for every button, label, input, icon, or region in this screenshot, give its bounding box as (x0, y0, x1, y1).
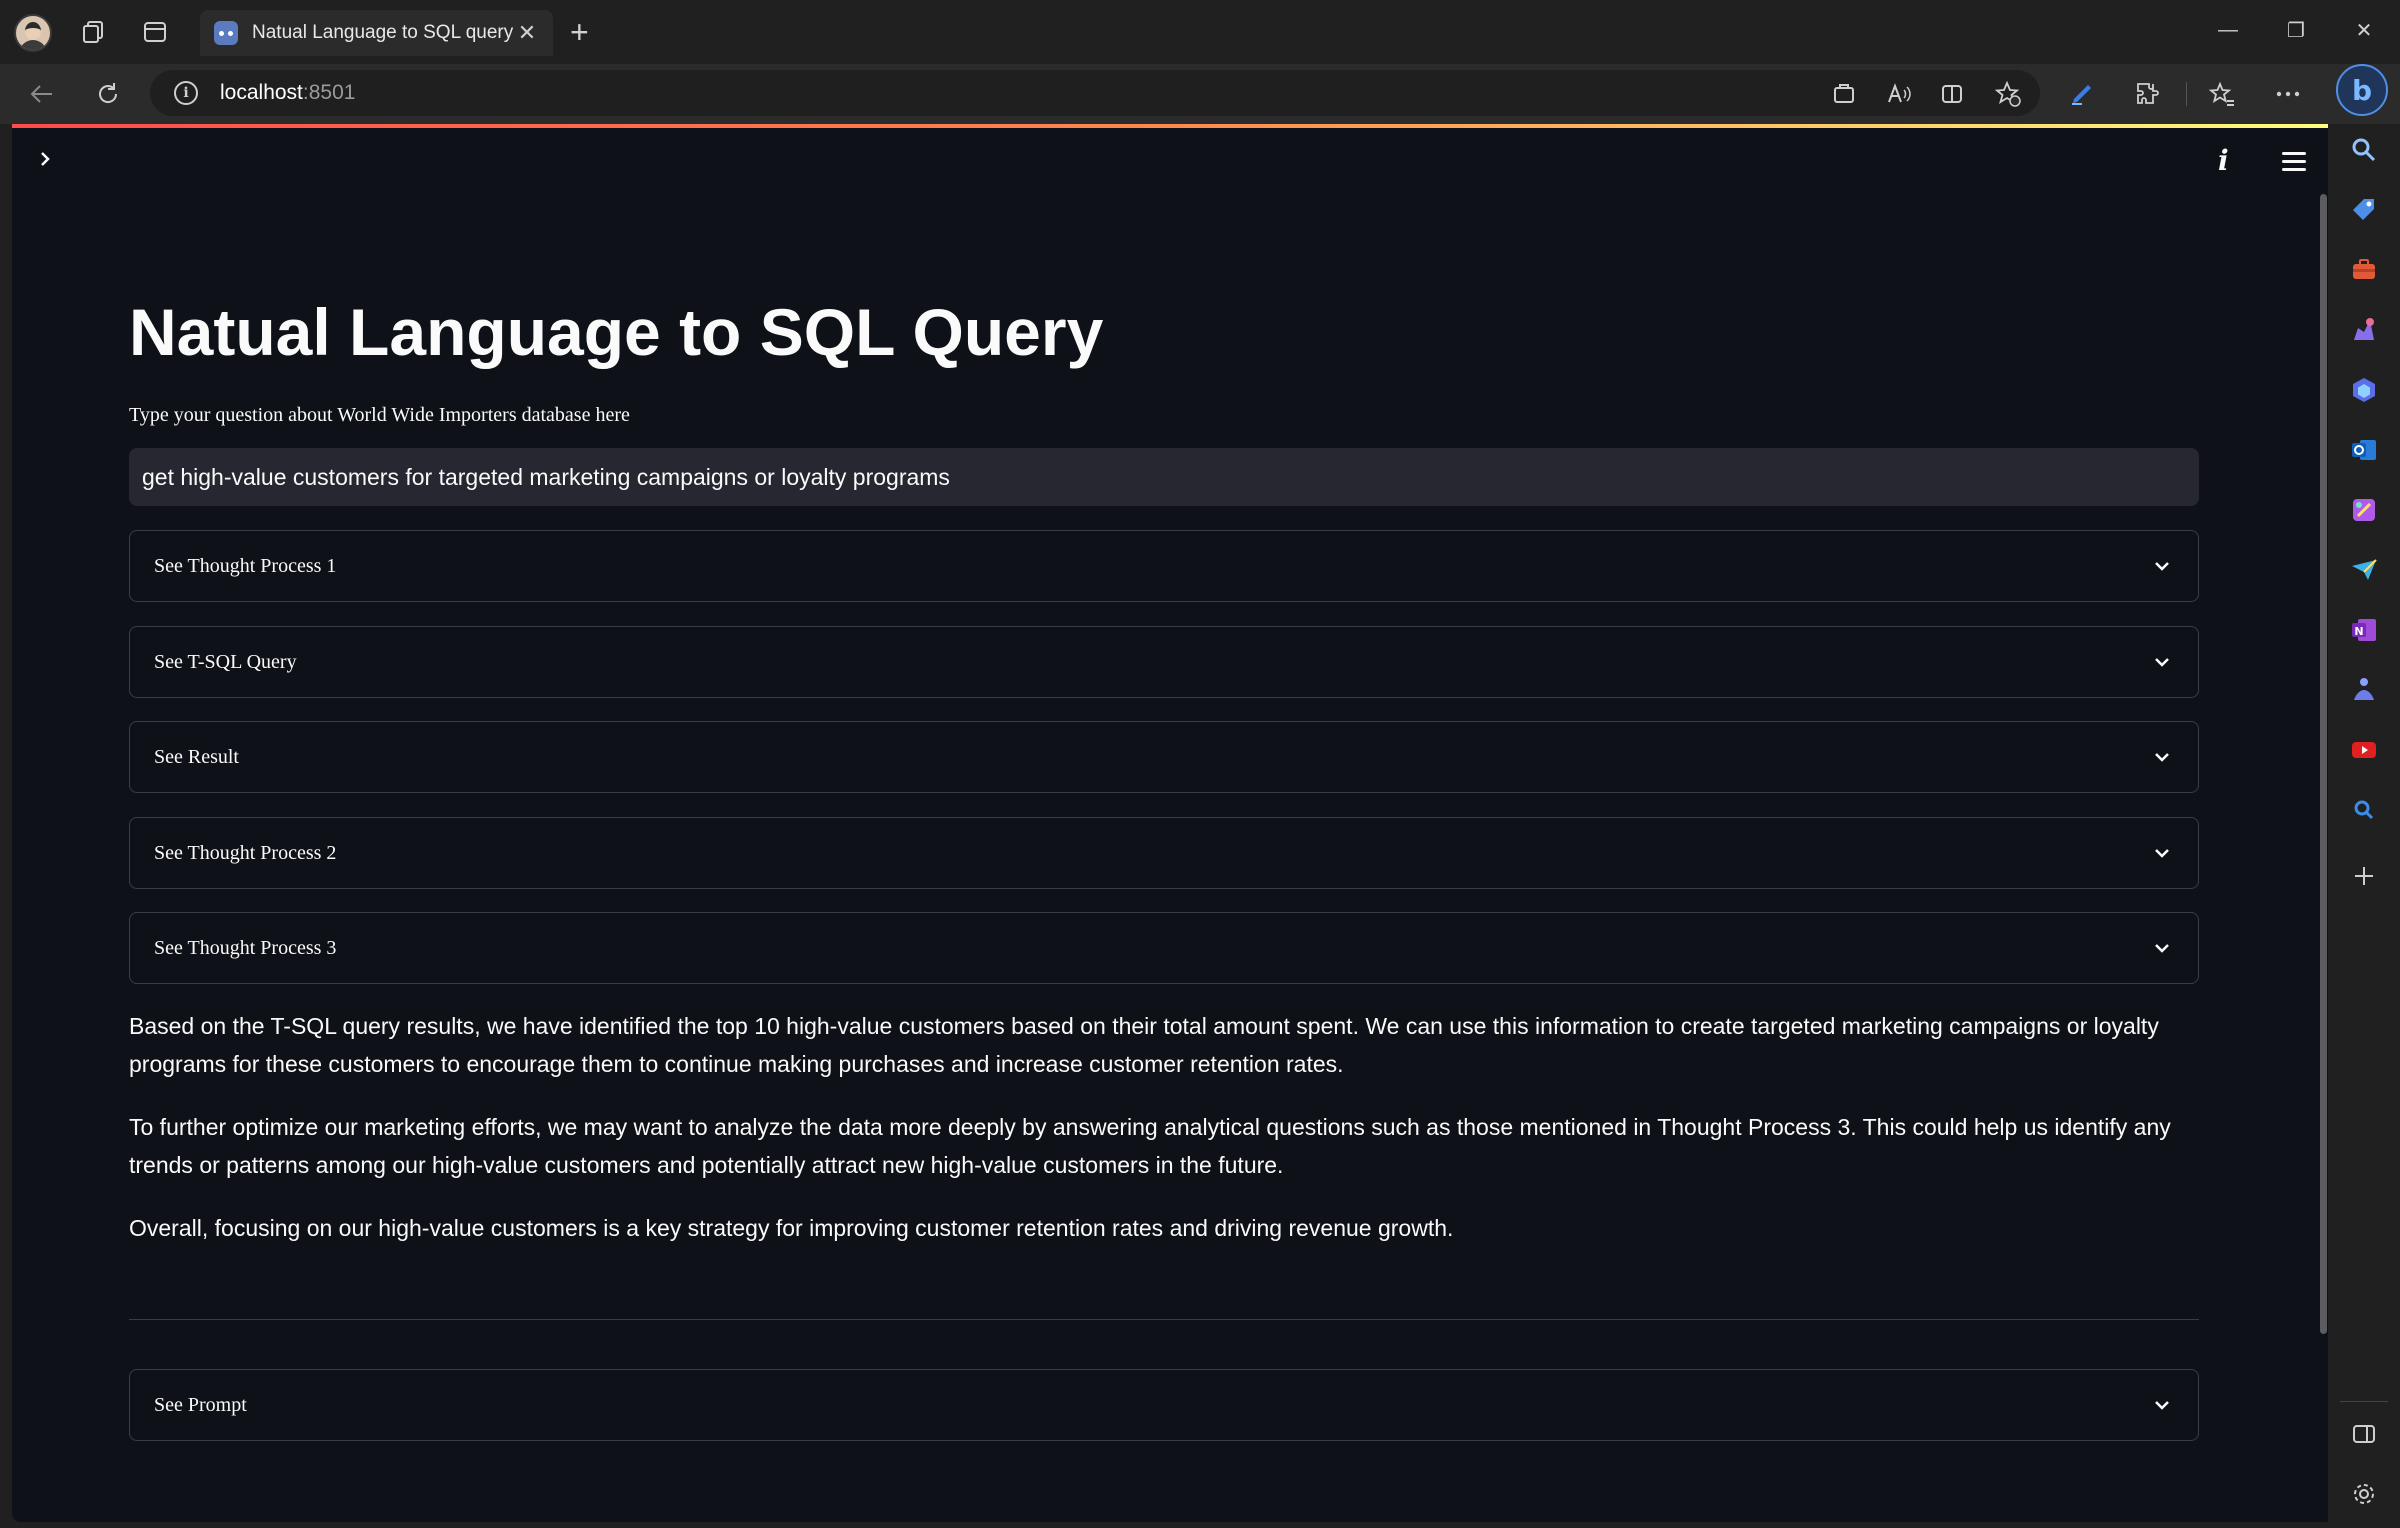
answer-paragraph: To further optimize our marketing effort… (129, 1114, 2171, 1178)
vertical-tabs-icon[interactable] (137, 14, 173, 50)
collections-icon[interactable] (76, 14, 112, 50)
reload-icon[interactable] (90, 76, 126, 112)
answer-paragraph: Overall, focusing on our high-value cust… (129, 1215, 1454, 1241)
expander-label: See Prompt (154, 1393, 247, 1416)
back-icon[interactable] (24, 76, 60, 112)
expander-label: See Thought Process 2 (154, 841, 337, 864)
browser-title-bar: Natual Language to SQL query ✕ + — ❐ ✕ (0, 0, 2400, 64)
url-field[interactable]: i localhost:8501 (150, 70, 2040, 116)
designer-icon[interactable] (2350, 496, 2378, 524)
expander-tsql-query[interactable]: See T-SQL Query (129, 626, 2199, 698)
add-favorite-icon[interactable] (1992, 78, 2024, 110)
site-info-icon[interactable]: i (174, 81, 198, 105)
minimize-icon[interactable]: — (2208, 12, 2248, 48)
svg-text:N: N (2354, 625, 2363, 638)
answer-paragraph: Based on the T-SQL query results, we hav… (129, 1013, 2159, 1077)
bing-search-icon[interactable] (2350, 796, 2378, 824)
expander-prompt[interactable]: See Prompt (129, 1369, 2199, 1441)
tab-close-icon[interactable]: ✕ (515, 20, 539, 46)
chevron-down-icon (2150, 936, 2174, 960)
split-screen-icon[interactable] (2350, 1420, 2378, 1448)
shopping-tag-icon[interactable] (2350, 196, 2378, 224)
outlook-icon[interactable] (2350, 436, 2378, 464)
main-menu-icon[interactable] (2282, 152, 2306, 176)
expander-result[interactable]: See Result (129, 721, 2199, 793)
favorites-icon[interactable] (2206, 78, 2238, 110)
extensions-icon[interactable] (2132, 78, 2164, 110)
question-input[interactable] (129, 448, 2199, 506)
new-tab-icon[interactable]: + (570, 14, 589, 50)
page-title: Natual Language to SQL Query (129, 295, 1104, 369)
sidebar-divider (2340, 1401, 2388, 1402)
expander-label: See Result (154, 745, 239, 768)
expander-label: See Thought Process 1 (154, 554, 337, 577)
youtube-icon[interactable] (2350, 736, 2378, 764)
streamlit-favicon-icon (214, 21, 238, 45)
expander-thought-process-2[interactable]: See Thought Process 2 (129, 817, 2199, 889)
expander-thought-process-3[interactable]: See Thought Process 3 (129, 912, 2199, 984)
chevron-down-icon (2150, 554, 2174, 578)
tools-icon[interactable] (2350, 256, 2378, 284)
active-tab[interactable]: Natual Language to SQL query ✕ (200, 10, 553, 56)
address-bar-row: i localhost:8501 (0, 64, 2400, 124)
telegram-icon[interactable] (2350, 556, 2378, 584)
page-viewport: i Natual Language to SQL Query Type your… (12, 124, 2328, 1522)
expander-label: See Thought Process 3 (154, 936, 337, 959)
url-port: :8501 (302, 81, 356, 104)
chevron-down-icon (2150, 841, 2174, 865)
expander-label: See T-SQL Query (154, 650, 297, 673)
expander-thought-process-1[interactable]: See Thought Process 1 (129, 530, 2199, 602)
close-window-icon[interactable]: ✕ (2344, 12, 2384, 48)
tab-title: Natual Language to SQL query (252, 22, 514, 43)
search-icon[interactable] (2350, 136, 2378, 164)
about-info-icon[interactable]: i (2218, 144, 2229, 177)
restore-icon[interactable]: ❐ (2276, 12, 2316, 48)
chevron-down-icon (2150, 650, 2174, 674)
settings-icon[interactable] (2350, 1480, 2378, 1508)
profile-avatar[interactable] (14, 14, 52, 52)
question-input-label: Type your question about World Wide Impo… (129, 404, 630, 426)
meditation-icon[interactable] (2350, 676, 2378, 704)
expand-sidebar-icon[interactable] (34, 146, 56, 177)
bing-copilot-icon[interactable]: b (2336, 64, 2388, 116)
read-aloud-icon[interactable] (1884, 78, 1916, 110)
extension-pen-icon[interactable] (2066, 78, 2098, 110)
chevron-down-icon (2150, 745, 2174, 769)
add-icon[interactable] (2350, 862, 2378, 890)
streamlit-decoration-bar (12, 124, 2328, 128)
divider (129, 1319, 2199, 1320)
split-screen-icon[interactable] (1936, 78, 1968, 110)
url-host: localhost (220, 81, 303, 104)
app-available-icon[interactable] (1828, 78, 1860, 110)
games-icon[interactable] (2350, 316, 2378, 344)
page-scrollbar[interactable] (2320, 194, 2327, 1334)
more-options-icon[interactable] (2272, 78, 2304, 110)
copilot-icon[interactable] (2350, 376, 2378, 404)
edge-sidebar: N (2328, 124, 2400, 1528)
chevron-down-icon (2150, 1393, 2174, 1417)
onenote-icon[interactable]: N (2350, 616, 2378, 644)
toolbar-divider (2186, 82, 2187, 106)
